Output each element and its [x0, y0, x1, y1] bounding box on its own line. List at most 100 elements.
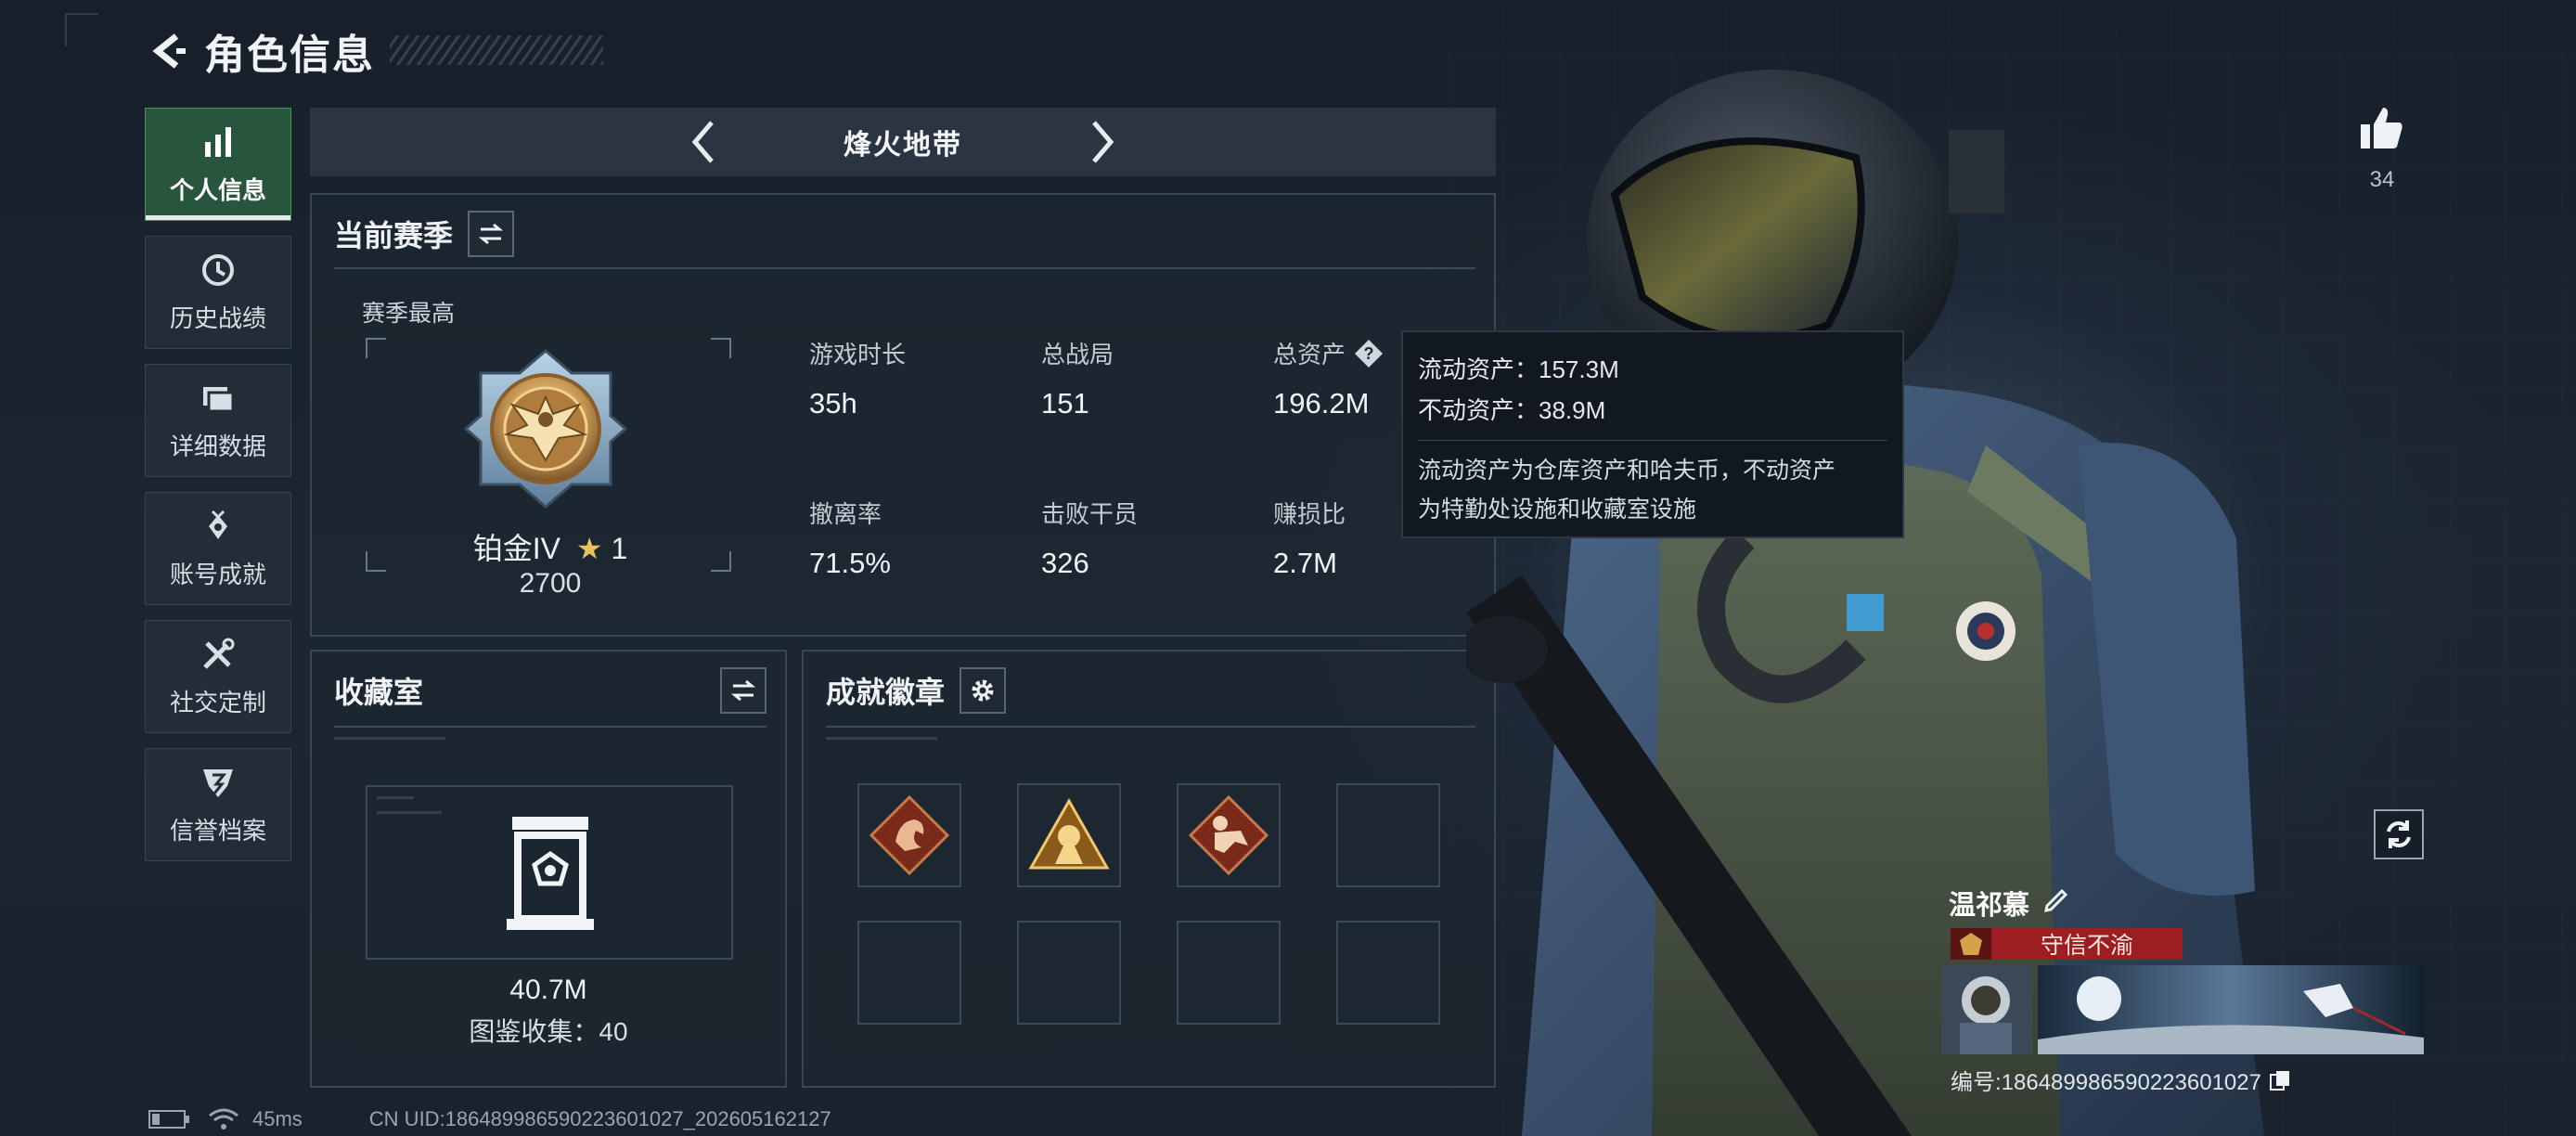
- stat-extraction-rate: 撤离率 71.5%: [809, 496, 1013, 580]
- profile-banner[interactable]: [1941, 965, 2424, 1054]
- golden-pyramid-badge-icon: [1028, 797, 1110, 870]
- collection-header: 收藏室: [334, 667, 766, 714]
- status-bar: 45ms CN UID:18648998659022360102​7_20260…: [148, 1104, 831, 1134]
- page-title: 角色信息: [204, 32, 375, 78]
- season-title: 当前赛季: [334, 219, 454, 252]
- folder-icon: [200, 380, 237, 417]
- assets-tooltip: 流动资产：157.3M 不动资产：38.9M 流动资产为仓库资产和哈夫币，不动资…: [1401, 330, 1904, 538]
- history-clock-icon: [200, 252, 237, 289]
- swap-icon: [730, 679, 756, 702]
- nav-label: 社交定制: [169, 688, 266, 716]
- nav-label: 个人信息: [169, 175, 266, 204]
- nav-label: 账号成就: [169, 560, 266, 588]
- stat-total-matches: 总战局 151: [1041, 336, 1245, 420]
- rank-score: 2700: [519, 568, 582, 599]
- like-count: 34: [2369, 167, 2395, 192]
- collection-count: 图鉴收集：40: [469, 1017, 628, 1046]
- stat-label: 总资产: [1273, 341, 1346, 368]
- battery-icon: [148, 1110, 189, 1129]
- tools-icon: [200, 636, 237, 673]
- nav-item-credit-record[interactable]: 信誉档案: [145, 748, 291, 861]
- bar-chart-icon: [200, 123, 237, 161]
- badge-slot-empty[interactable]: [1336, 783, 1440, 887]
- thumbs-up-icon: [2361, 108, 2402, 148]
- mode-next-button[interactable]: [1078, 119, 1125, 165]
- stat-label: 总战局: [1041, 341, 1114, 368]
- badge-slot-empty[interactable]: [1017, 921, 1121, 1025]
- player-uid-row: 编号:18648998659022360102​7: [1951, 1064, 2291, 1096]
- ping: 45ms: [252, 1107, 303, 1130]
- corner-decoration: [65, 13, 98, 46]
- honor-title: 守信不渝: [2040, 933, 2133, 959]
- mode-switcher: 烽火地带: [310, 108, 1496, 176]
- stat-label: 游戏时长: [809, 341, 907, 368]
- status-uid: CN UID:18648998659022360102​7_2026051621…: [368, 1107, 831, 1130]
- rank-name: 铂金IV: [472, 532, 560, 565]
- title-stripe-decoration: [390, 35, 603, 65]
- stat-label: 击败干员: [1041, 500, 1139, 528]
- decorative-line: [377, 811, 442, 814]
- player-uid: 编号:18648998659022360102​7: [1951, 1070, 2261, 1095]
- player-card: 温祁慕 守信不渝 编号:18648998659022360102​7: [1941, 884, 2424, 1099]
- assets-description-line1: 流动资产为仓库资产和哈夫币，不动资产: [1418, 458, 1836, 484]
- badge-slot[interactable]: [1177, 783, 1281, 887]
- badges-header: 成就徽章: [826, 667, 1007, 714]
- help-icon[interactable]: ?: [1353, 338, 1385, 369]
- player-name: 温祁慕: [1949, 891, 2030, 921]
- stat-play-time: 游戏时长 35h: [809, 336, 1013, 420]
- badge-slot[interactable]: [857, 783, 961, 887]
- dragon-badge-icon: [869, 794, 950, 876]
- gear-icon: [972, 679, 994, 702]
- mode-prev-button[interactable]: [681, 119, 728, 165]
- chevron-left-icon: [691, 121, 714, 163]
- rank-stars: 1: [611, 532, 628, 565]
- badge-slot-empty[interactable]: [1336, 921, 1440, 1025]
- stat-operators-defeated: 击败干员 326: [1041, 496, 1245, 580]
- stat-value: 151: [1041, 387, 1089, 420]
- badge-slot[interactable]: [1017, 783, 1121, 887]
- nav-item-social-custom[interactable]: 社交定制: [145, 620, 291, 733]
- nav-item-account-achievements[interactable]: 账号成就: [145, 492, 291, 605]
- like-button[interactable]: [2357, 104, 2407, 154]
- badge-slot-empty[interactable]: [857, 921, 961, 1025]
- decorative-line: [377, 796, 414, 799]
- nav-item-match-history[interactable]: 历史战绩: [145, 236, 291, 349]
- decorative-line: [826, 737, 937, 740]
- collection-value: 40.7M: [509, 975, 587, 1005]
- platinum-rank-eagle-icon: [463, 349, 628, 509]
- nav-item-detailed-data[interactable]: 详细数据: [145, 364, 291, 477]
- badge-slot-empty[interactable]: [1177, 921, 1281, 1025]
- refresh-icon: [2387, 820, 2411, 848]
- assets-description-line2: 为特勤处设施和收藏室设施: [1418, 496, 1697, 523]
- chevron-right-icon: [1092, 121, 1114, 163]
- collection-switch-button[interactable]: [720, 667, 766, 714]
- nav-label: 历史战绩: [169, 303, 266, 332]
- stat-value: 326: [1041, 547, 1089, 579]
- collection-vault-icon: [507, 817, 594, 930]
- wifi-icon: [209, 1108, 238, 1130]
- copy-icon[interactable]: [2269, 1069, 2291, 1091]
- achievement-icon: [200, 508, 237, 545]
- nav-label: 信誉档案: [169, 816, 266, 845]
- badges-title: 成就徽章: [826, 676, 946, 709]
- fixed-assets: 不动资产：38.9M: [1418, 396, 1606, 425]
- season-best-label: 赛季最高: [362, 301, 456, 327]
- collection-room-preview[interactable]: [366, 785, 733, 960]
- tooltip-divider: [1418, 440, 1887, 442]
- nav-item-personal-info[interactable]: 个人信息: [145, 108, 291, 221]
- frame-corner: [366, 338, 386, 358]
- decorative-line: [334, 737, 445, 740]
- refresh-button[interactable]: [2374, 809, 2424, 859]
- swap-icon: [478, 223, 504, 245]
- back-button[interactable]: [147, 29, 191, 73]
- liquid-assets: 流动资产：157.3M: [1418, 355, 1619, 383]
- stat-value: 35h: [809, 387, 857, 420]
- divider: [334, 267, 1475, 269]
- badges-settings-button[interactable]: [960, 667, 1007, 714]
- season-switch-button[interactable]: [468, 211, 515, 257]
- season-header: 当前赛季: [334, 211, 515, 257]
- edit-name-icon[interactable]: [2041, 884, 2071, 913]
- crawling-soldier-badge-icon: [1188, 794, 1269, 876]
- collection-title: 收藏室: [334, 676, 424, 709]
- back-arrow-icon: [152, 33, 186, 69]
